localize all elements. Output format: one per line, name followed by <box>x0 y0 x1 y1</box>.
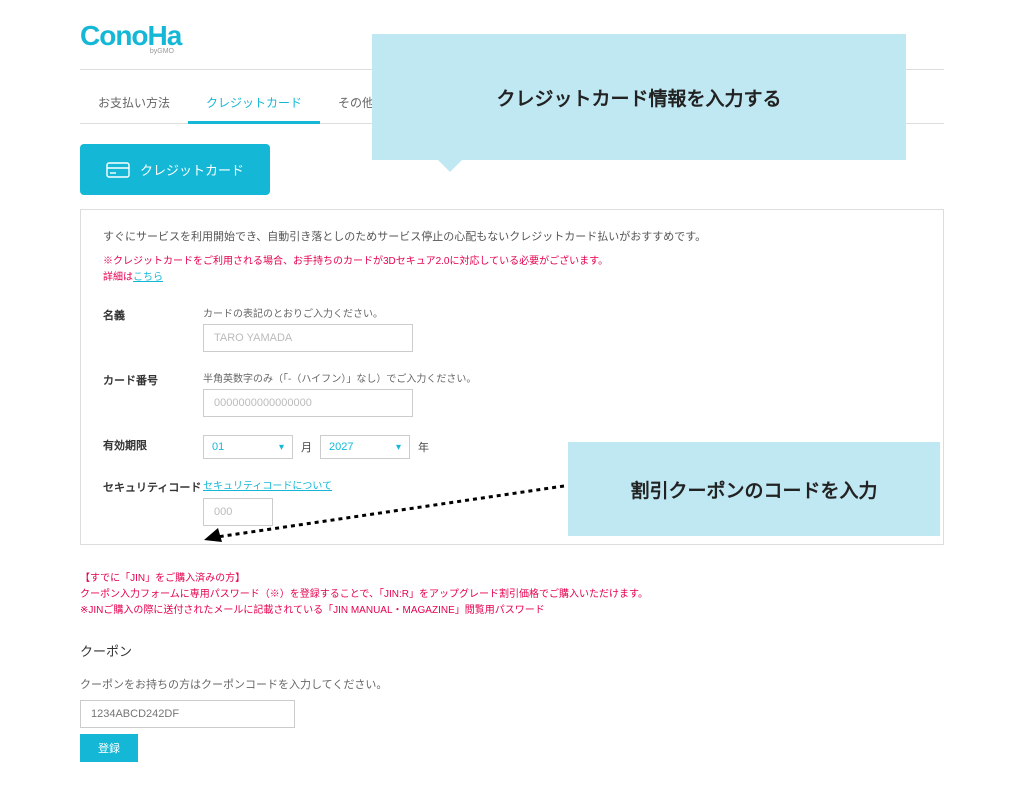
jin-notice: 【すでに「JIN」をご購入済みの方】 クーポン入力フォームに専用パスワード（※）… <box>80 571 944 619</box>
security-code-input[interactable] <box>203 498 273 526</box>
name-input[interactable] <box>203 324 413 352</box>
expiry-year-select[interactable]: 2027 ▾ <box>320 435 410 459</box>
year-unit: 年 <box>418 439 429 455</box>
security-code-link[interactable]: セキュリティコードについて <box>203 481 332 492</box>
cardnumber-help: 半角英数字のみ（「-（ハイフン）」なし）でご入力ください。 <box>203 370 921 385</box>
chevron-down-icon: ▾ <box>279 442 284 453</box>
cardnumber-label: カード番号 <box>103 370 203 388</box>
panel-description: すぐにサービスを利用開始でき、自動引き落としのためサービス停止の心配もないクレジ… <box>103 228 921 244</box>
callout-credit-card: クレジットカード情報を入力する <box>372 34 906 160</box>
month-unit: 月 <box>301 439 312 455</box>
expiry-year-value: 2027 <box>329 441 353 453</box>
notice-line3: ※JINご購入の際に送付されたメールに記載されている「JIN MANUAL・MA… <box>80 603 944 619</box>
credit-card-button[interactable]: クレジットカード <box>80 144 270 195</box>
panel-warning-1: ※クレジットカードをご利用される場合、お手持ちのカードが3Dセキュア2.0に対応… <box>103 252 921 267</box>
notice-line2: クーポン入力フォームに専用パスワード（※）を登録することで、「JIN:R」をアッ… <box>80 587 944 603</box>
expiry-month-select[interactable]: 01 ▾ <box>203 435 293 459</box>
cardnumber-input[interactable] <box>203 389 413 417</box>
security-label: セキュリティコード <box>103 477 203 495</box>
credit-card-button-label: クレジットカード <box>140 160 244 179</box>
tab-credit-card[interactable]: クレジットカード <box>188 84 320 124</box>
credit-card-icon <box>106 162 130 178</box>
chevron-down-icon: ▾ <box>396 442 401 453</box>
name-help: カードの表記のとおりご入力ください。 <box>203 305 921 320</box>
coupon-input[interactable] <box>80 700 295 728</box>
name-label: 名義 <box>103 305 203 323</box>
expiry-label: 有効期限 <box>103 435 203 453</box>
coupon-help: クーポンをお持ちの方はクーポンコードを入力してください。 <box>80 676 944 692</box>
register-button[interactable]: 登録 <box>80 734 138 762</box>
expiry-month-value: 01 <box>212 441 224 453</box>
panel-warning-2: 詳細はこちら <box>103 268 921 283</box>
callout-coupon: 割引クーポンのコードを入力 <box>568 442 940 536</box>
notice-line1: 【すでに「JIN」をご購入済みの方】 <box>80 571 944 587</box>
logo-text: ConoHa <box>80 20 181 51</box>
detail-link[interactable]: こちら <box>133 272 163 283</box>
tab-payment-method[interactable]: お支払い方法 <box>80 84 188 123</box>
coupon-title: クーポン <box>80 641 944 660</box>
